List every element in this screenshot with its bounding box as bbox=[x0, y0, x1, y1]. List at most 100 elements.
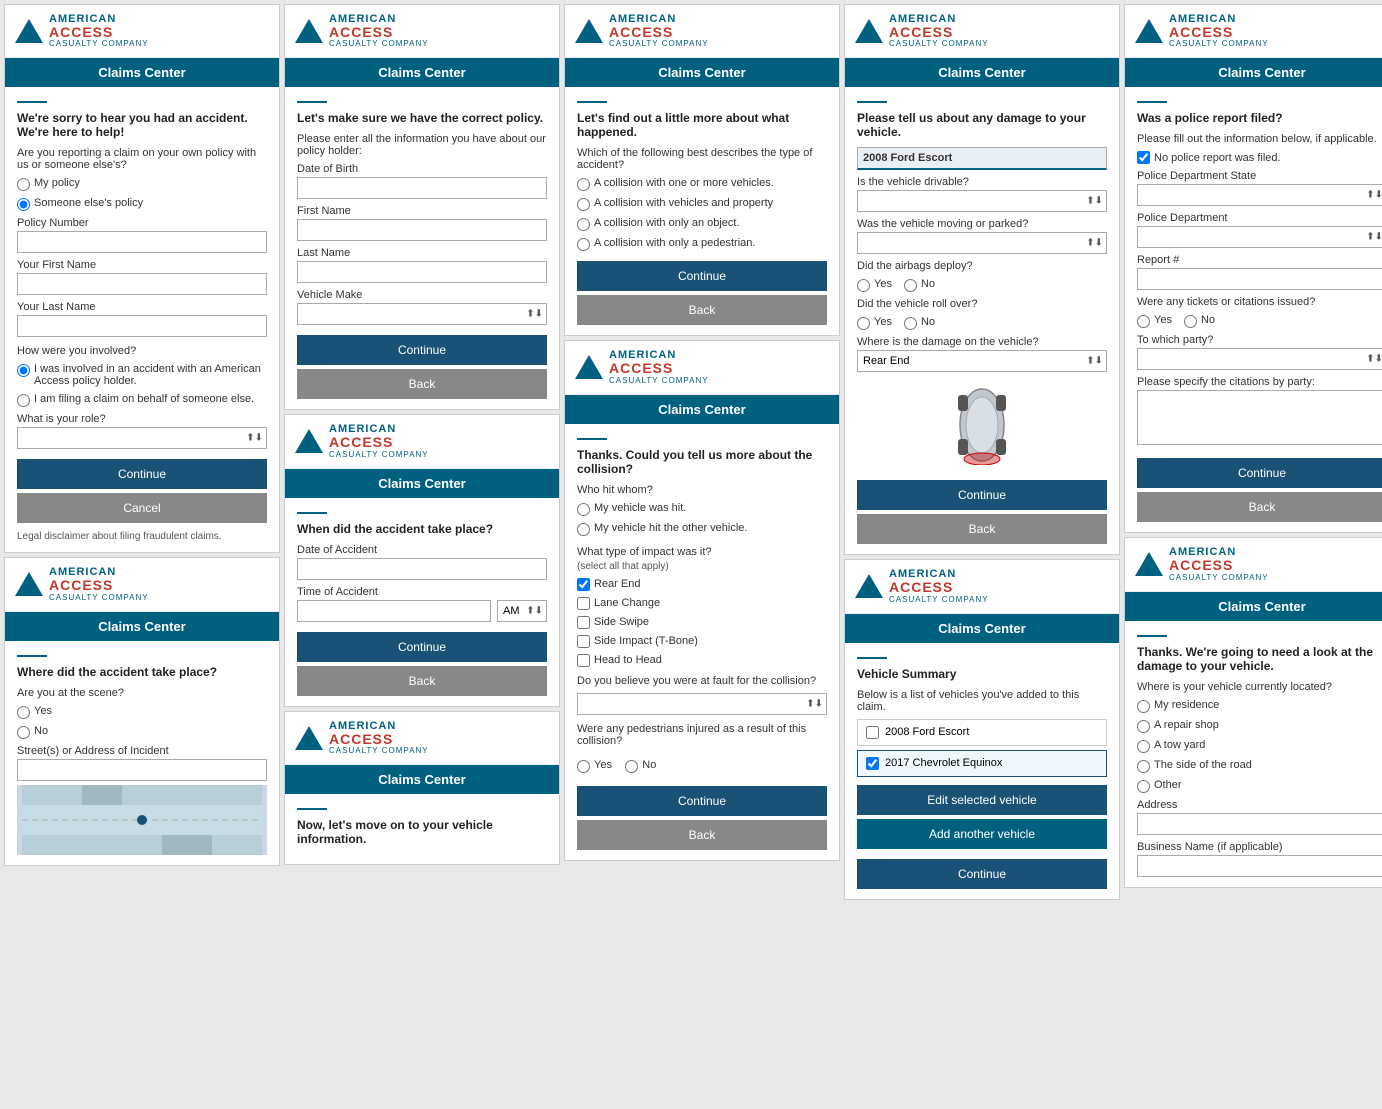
tickets-radio-yes[interactable] bbox=[1137, 315, 1150, 328]
impact-checkbox-rear-end[interactable] bbox=[577, 578, 590, 591]
impact-lane-change[interactable]: Lane Change bbox=[577, 597, 827, 610]
dept-state-select[interactable] bbox=[1137, 184, 1382, 206]
policy-option-someone[interactable]: Someone else's policy bbox=[17, 197, 267, 211]
continue-button-4b[interactable]: Continue bbox=[857, 859, 1107, 889]
rollover-radio-yes[interactable] bbox=[857, 317, 870, 330]
ped-no[interactable]: No bbox=[625, 759, 656, 773]
policy-radio-someone[interactable] bbox=[17, 198, 30, 211]
continue-button-2[interactable]: Continue bbox=[297, 335, 547, 365]
vehicle-checkbox-2[interactable] bbox=[866, 757, 879, 770]
address-input[interactable] bbox=[17, 759, 267, 781]
accident-type-4[interactable]: A collision with only a pedestrian. bbox=[577, 237, 827, 251]
continue-button-4[interactable]: Continue bbox=[857, 480, 1107, 510]
impact-checkbox-lane-change[interactable] bbox=[577, 597, 590, 610]
location-radio-repair[interactable] bbox=[1137, 720, 1150, 733]
fault-select[interactable] bbox=[577, 693, 827, 715]
citations-textarea[interactable] bbox=[1137, 390, 1382, 445]
location-road[interactable]: The side of the road bbox=[1137, 759, 1382, 773]
rollover-yes[interactable]: Yes bbox=[857, 316, 892, 330]
ped-radio-no[interactable] bbox=[625, 760, 638, 773]
impact-checkbox-side-swipe[interactable] bbox=[577, 616, 590, 629]
tickets-yes[interactable]: Yes bbox=[1137, 314, 1172, 328]
dept-select[interactable] bbox=[1137, 226, 1382, 248]
back-button-2b[interactable]: Back bbox=[297, 666, 547, 696]
involved-option-1[interactable]: I was involved in an accident with an Am… bbox=[17, 363, 267, 387]
location-tow[interactable]: A tow yard bbox=[1137, 739, 1382, 753]
no-report-checkbox[interactable] bbox=[1137, 151, 1150, 164]
back-button-4[interactable]: Back bbox=[857, 514, 1107, 544]
tickets-no[interactable]: No bbox=[1184, 314, 1215, 328]
address-input-5[interactable] bbox=[1137, 813, 1382, 835]
accident-type-radio-3[interactable] bbox=[577, 218, 590, 231]
accident-type-radio-4[interactable] bbox=[577, 238, 590, 251]
who-hit-radio-2[interactable] bbox=[577, 523, 590, 536]
ped-radio-yes[interactable] bbox=[577, 760, 590, 773]
continue-button-3b[interactable]: Continue bbox=[577, 786, 827, 816]
airbags-yes[interactable]: Yes bbox=[857, 278, 892, 292]
drivable-select[interactable] bbox=[857, 190, 1107, 212]
back-button-2[interactable]: Back bbox=[297, 369, 547, 399]
accident-type-radio-1[interactable] bbox=[577, 178, 590, 191]
report-num-input[interactable] bbox=[1137, 268, 1382, 290]
airbags-radio-yes[interactable] bbox=[857, 279, 870, 292]
first-name-input[interactable] bbox=[17, 273, 267, 295]
involved-radio-1[interactable] bbox=[17, 364, 30, 377]
impact-checkbox-head-to-head[interactable] bbox=[577, 654, 590, 667]
no-report-label[interactable]: No police report was filed. bbox=[1137, 151, 1382, 164]
airbags-no[interactable]: No bbox=[904, 278, 935, 292]
impact-checkbox-t-bone[interactable] bbox=[577, 635, 590, 648]
moving-select[interactable] bbox=[857, 232, 1107, 254]
accident-type-3[interactable]: A collision with only an object. bbox=[577, 217, 827, 231]
involved-option-2[interactable]: I am filing a claim on behalf of someone… bbox=[17, 393, 267, 407]
tickets-radio-no[interactable] bbox=[1184, 315, 1197, 328]
ampm-select[interactable]: AM PM bbox=[497, 600, 547, 622]
impact-rear-end[interactable]: Rear End bbox=[577, 578, 827, 591]
accident-type-radio-2[interactable] bbox=[577, 198, 590, 211]
location-repair[interactable]: A repair shop bbox=[1137, 719, 1382, 733]
business-input[interactable] bbox=[1137, 855, 1382, 877]
vehicle-make-select[interactable] bbox=[297, 303, 547, 325]
back-button-3b[interactable]: Back bbox=[577, 820, 827, 850]
impact-head-to-head[interactable]: Head to Head bbox=[577, 654, 827, 667]
ped-yes[interactable]: Yes bbox=[577, 759, 612, 773]
first-name-input-2[interactable] bbox=[297, 219, 547, 241]
continue-button-5[interactable]: Continue bbox=[1137, 458, 1382, 488]
which-party-select[interactable] bbox=[1137, 348, 1382, 370]
add-vehicle-button[interactable]: Add another vehicle bbox=[857, 819, 1107, 849]
scene-radio-no[interactable] bbox=[17, 726, 30, 739]
last-name-input[interactable] bbox=[17, 315, 267, 337]
time-input[interactable] bbox=[297, 600, 491, 622]
impact-side-swipe[interactable]: Side Swipe bbox=[577, 616, 827, 629]
location-radio-other[interactable] bbox=[1137, 780, 1150, 793]
scene-no[interactable]: No bbox=[17, 725, 267, 739]
back-button-5[interactable]: Back bbox=[1137, 492, 1382, 522]
rollover-no[interactable]: No bbox=[904, 316, 935, 330]
location-residence[interactable]: My residence bbox=[1137, 699, 1382, 713]
scene-yes[interactable]: Yes bbox=[17, 705, 267, 719]
policy-number-input[interactable] bbox=[17, 231, 267, 253]
vehicle-checkbox-1[interactable] bbox=[866, 726, 879, 739]
edit-vehicle-button[interactable]: Edit selected vehicle bbox=[857, 785, 1107, 815]
policy-radio-my[interactable] bbox=[17, 178, 30, 191]
accident-type-2[interactable]: A collision with vehicles and property bbox=[577, 197, 827, 211]
who-hit-option-2[interactable]: My vehicle hit the other vehicle. bbox=[577, 522, 827, 536]
last-name-input-2[interactable] bbox=[297, 261, 547, 283]
damage-select[interactable]: Rear End Front End Driver Side Passenger… bbox=[857, 350, 1107, 372]
policy-option-my[interactable]: My policy bbox=[17, 177, 267, 191]
scene-radio-yes[interactable] bbox=[17, 706, 30, 719]
role-select[interactable] bbox=[17, 427, 267, 449]
continue-button-3[interactable]: Continue bbox=[577, 261, 827, 291]
dob-input[interactable] bbox=[297, 177, 547, 199]
location-other[interactable]: Other bbox=[1137, 779, 1382, 793]
involved-radio-2[interactable] bbox=[17, 394, 30, 407]
who-hit-option-1[interactable]: My vehicle was hit. bbox=[577, 502, 827, 516]
accident-type-1[interactable]: A collision with one or more vehicles. bbox=[577, 177, 827, 191]
location-radio-tow[interactable] bbox=[1137, 740, 1150, 753]
location-radio-residence[interactable] bbox=[1137, 700, 1150, 713]
impact-t-bone[interactable]: Side Impact (T-Bone) bbox=[577, 635, 827, 648]
date-accident-input[interactable] bbox=[297, 558, 547, 580]
who-hit-radio-1[interactable] bbox=[577, 503, 590, 516]
cancel-button[interactable]: Cancel bbox=[17, 493, 267, 523]
location-radio-road[interactable] bbox=[1137, 760, 1150, 773]
continue-button-2b[interactable]: Continue bbox=[297, 632, 547, 662]
